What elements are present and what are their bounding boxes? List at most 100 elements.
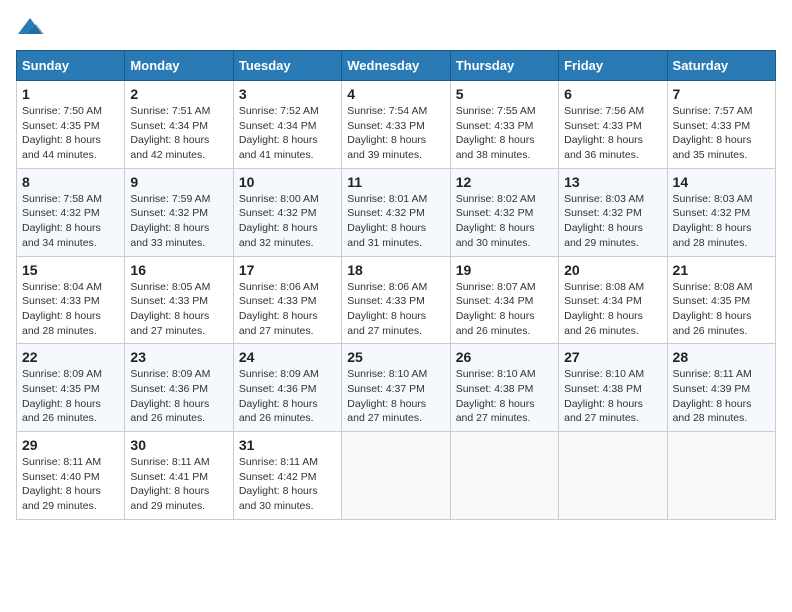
calendar-cell: 6 Sunrise: 7:56 AM Sunset: 4:33 PM Dayli… xyxy=(559,81,667,169)
day-number: 15 xyxy=(22,262,119,278)
day-details: Sunrise: 7:55 AM Sunset: 4:33 PM Dayligh… xyxy=(456,104,553,163)
day-number: 9 xyxy=(130,174,227,190)
day-number: 29 xyxy=(22,437,119,453)
day-number: 16 xyxy=(130,262,227,278)
day-details: Sunrise: 8:00 AM Sunset: 4:32 PM Dayligh… xyxy=(239,192,336,251)
day-details: Sunrise: 8:04 AM Sunset: 4:33 PM Dayligh… xyxy=(22,280,119,339)
day-details: Sunrise: 8:08 AM Sunset: 4:34 PM Dayligh… xyxy=(564,280,661,339)
day-details: Sunrise: 8:10 AM Sunset: 4:38 PM Dayligh… xyxy=(456,367,553,426)
day-details: Sunrise: 8:09 AM Sunset: 4:36 PM Dayligh… xyxy=(239,367,336,426)
calendar-cell: 4 Sunrise: 7:54 AM Sunset: 4:33 PM Dayli… xyxy=(342,81,450,169)
calendar-cell: 13 Sunrise: 8:03 AM Sunset: 4:32 PM Dayl… xyxy=(559,168,667,256)
day-details: Sunrise: 7:50 AM Sunset: 4:35 PM Dayligh… xyxy=(22,104,119,163)
day-number: 10 xyxy=(239,174,336,190)
day-number: 1 xyxy=(22,86,119,102)
day-number: 6 xyxy=(564,86,661,102)
calendar-cell: 30 Sunrise: 8:11 AM Sunset: 4:41 PM Dayl… xyxy=(125,432,233,520)
calendar-cell: 8 Sunrise: 7:58 AM Sunset: 4:32 PM Dayli… xyxy=(17,168,125,256)
day-details: Sunrise: 7:57 AM Sunset: 4:33 PM Dayligh… xyxy=(673,104,770,163)
day-number: 31 xyxy=(239,437,336,453)
day-number: 30 xyxy=(130,437,227,453)
calendar-cell: 24 Sunrise: 8:09 AM Sunset: 4:36 PM Dayl… xyxy=(233,344,341,432)
col-header-thursday: Thursday xyxy=(450,51,558,81)
day-number: 14 xyxy=(673,174,770,190)
day-number: 17 xyxy=(239,262,336,278)
calendar-cell: 27 Sunrise: 8:10 AM Sunset: 4:38 PM Dayl… xyxy=(559,344,667,432)
calendar-cell: 11 Sunrise: 8:01 AM Sunset: 4:32 PM Dayl… xyxy=(342,168,450,256)
calendar-cell xyxy=(559,432,667,520)
day-details: Sunrise: 7:56 AM Sunset: 4:33 PM Dayligh… xyxy=(564,104,661,163)
day-details: Sunrise: 8:11 AM Sunset: 4:40 PM Dayligh… xyxy=(22,455,119,514)
calendar-cell: 5 Sunrise: 7:55 AM Sunset: 4:33 PM Dayli… xyxy=(450,81,558,169)
calendar-cell: 14 Sunrise: 8:03 AM Sunset: 4:32 PM Dayl… xyxy=(667,168,775,256)
day-details: Sunrise: 8:03 AM Sunset: 4:32 PM Dayligh… xyxy=(673,192,770,251)
day-number: 22 xyxy=(22,349,119,365)
day-number: 26 xyxy=(456,349,553,365)
day-details: Sunrise: 7:54 AM Sunset: 4:33 PM Dayligh… xyxy=(347,104,444,163)
day-number: 19 xyxy=(456,262,553,278)
calendar-cell: 12 Sunrise: 8:02 AM Sunset: 4:32 PM Dayl… xyxy=(450,168,558,256)
day-details: Sunrise: 8:05 AM Sunset: 4:33 PM Dayligh… xyxy=(130,280,227,339)
calendar-cell: 20 Sunrise: 8:08 AM Sunset: 4:34 PM Dayl… xyxy=(559,256,667,344)
day-number: 5 xyxy=(456,86,553,102)
day-details: Sunrise: 8:07 AM Sunset: 4:34 PM Dayligh… xyxy=(456,280,553,339)
col-header-sunday: Sunday xyxy=(17,51,125,81)
calendar-cell: 15 Sunrise: 8:04 AM Sunset: 4:33 PM Dayl… xyxy=(17,256,125,344)
day-details: Sunrise: 8:11 AM Sunset: 4:39 PM Dayligh… xyxy=(673,367,770,426)
day-details: Sunrise: 8:11 AM Sunset: 4:42 PM Dayligh… xyxy=(239,455,336,514)
week-row-5: 29 Sunrise: 8:11 AM Sunset: 4:40 PM Dayl… xyxy=(17,432,776,520)
day-details: Sunrise: 8:01 AM Sunset: 4:32 PM Dayligh… xyxy=(347,192,444,251)
day-number: 24 xyxy=(239,349,336,365)
day-details: Sunrise: 8:11 AM Sunset: 4:41 PM Dayligh… xyxy=(130,455,227,514)
day-details: Sunrise: 8:08 AM Sunset: 4:35 PM Dayligh… xyxy=(673,280,770,339)
calendar-cell: 16 Sunrise: 8:05 AM Sunset: 4:33 PM Dayl… xyxy=(125,256,233,344)
calendar-cell: 17 Sunrise: 8:06 AM Sunset: 4:33 PM Dayl… xyxy=(233,256,341,344)
calendar-table: SundayMondayTuesdayWednesdayThursdayFrid… xyxy=(16,50,776,520)
day-number: 2 xyxy=(130,86,227,102)
day-number: 3 xyxy=(239,86,336,102)
calendar-cell: 29 Sunrise: 8:11 AM Sunset: 4:40 PM Dayl… xyxy=(17,432,125,520)
day-number: 28 xyxy=(673,349,770,365)
day-number: 8 xyxy=(22,174,119,190)
day-number: 25 xyxy=(347,349,444,365)
week-row-4: 22 Sunrise: 8:09 AM Sunset: 4:35 PM Dayl… xyxy=(17,344,776,432)
calendar-cell: 9 Sunrise: 7:59 AM Sunset: 4:32 PM Dayli… xyxy=(125,168,233,256)
calendar-cell: 2 Sunrise: 7:51 AM Sunset: 4:34 PM Dayli… xyxy=(125,81,233,169)
calendar-cell: 21 Sunrise: 8:08 AM Sunset: 4:35 PM Dayl… xyxy=(667,256,775,344)
calendar-cell: 26 Sunrise: 8:10 AM Sunset: 4:38 PM Dayl… xyxy=(450,344,558,432)
calendar-cell: 7 Sunrise: 7:57 AM Sunset: 4:33 PM Dayli… xyxy=(667,81,775,169)
day-number: 27 xyxy=(564,349,661,365)
day-number: 23 xyxy=(130,349,227,365)
week-row-3: 15 Sunrise: 8:04 AM Sunset: 4:33 PM Dayl… xyxy=(17,256,776,344)
day-number: 13 xyxy=(564,174,661,190)
calendar-cell: 1 Sunrise: 7:50 AM Sunset: 4:35 PM Dayli… xyxy=(17,81,125,169)
day-number: 20 xyxy=(564,262,661,278)
day-details: Sunrise: 7:59 AM Sunset: 4:32 PM Dayligh… xyxy=(130,192,227,251)
day-number: 21 xyxy=(673,262,770,278)
calendar-cell xyxy=(342,432,450,520)
calendar-cell: 28 Sunrise: 8:11 AM Sunset: 4:39 PM Dayl… xyxy=(667,344,775,432)
day-details: Sunrise: 8:03 AM Sunset: 4:32 PM Dayligh… xyxy=(564,192,661,251)
calendar-cell: 23 Sunrise: 8:09 AM Sunset: 4:36 PM Dayl… xyxy=(125,344,233,432)
calendar-cell: 19 Sunrise: 8:07 AM Sunset: 4:34 PM Dayl… xyxy=(450,256,558,344)
col-header-saturday: Saturday xyxy=(667,51,775,81)
day-details: Sunrise: 8:09 AM Sunset: 4:35 PM Dayligh… xyxy=(22,367,119,426)
day-details: Sunrise: 7:52 AM Sunset: 4:34 PM Dayligh… xyxy=(239,104,336,163)
calendar-cell: 22 Sunrise: 8:09 AM Sunset: 4:35 PM Dayl… xyxy=(17,344,125,432)
day-details: Sunrise: 8:10 AM Sunset: 4:37 PM Dayligh… xyxy=(347,367,444,426)
day-details: Sunrise: 8:06 AM Sunset: 4:33 PM Dayligh… xyxy=(347,280,444,339)
calendar-cell: 18 Sunrise: 8:06 AM Sunset: 4:33 PM Dayl… xyxy=(342,256,450,344)
calendar-cell: 3 Sunrise: 7:52 AM Sunset: 4:34 PM Dayli… xyxy=(233,81,341,169)
logo-icon xyxy=(16,16,44,38)
calendar-cell xyxy=(450,432,558,520)
day-details: Sunrise: 7:51 AM Sunset: 4:34 PM Dayligh… xyxy=(130,104,227,163)
logo xyxy=(16,16,48,38)
week-row-2: 8 Sunrise: 7:58 AM Sunset: 4:32 PM Dayli… xyxy=(17,168,776,256)
day-number: 7 xyxy=(673,86,770,102)
col-header-monday: Monday xyxy=(125,51,233,81)
day-details: Sunrise: 8:09 AM Sunset: 4:36 PM Dayligh… xyxy=(130,367,227,426)
calendar-cell: 31 Sunrise: 8:11 AM Sunset: 4:42 PM Dayl… xyxy=(233,432,341,520)
col-header-wednesday: Wednesday xyxy=(342,51,450,81)
day-details: Sunrise: 8:10 AM Sunset: 4:38 PM Dayligh… xyxy=(564,367,661,426)
week-row-1: 1 Sunrise: 7:50 AM Sunset: 4:35 PM Dayli… xyxy=(17,81,776,169)
